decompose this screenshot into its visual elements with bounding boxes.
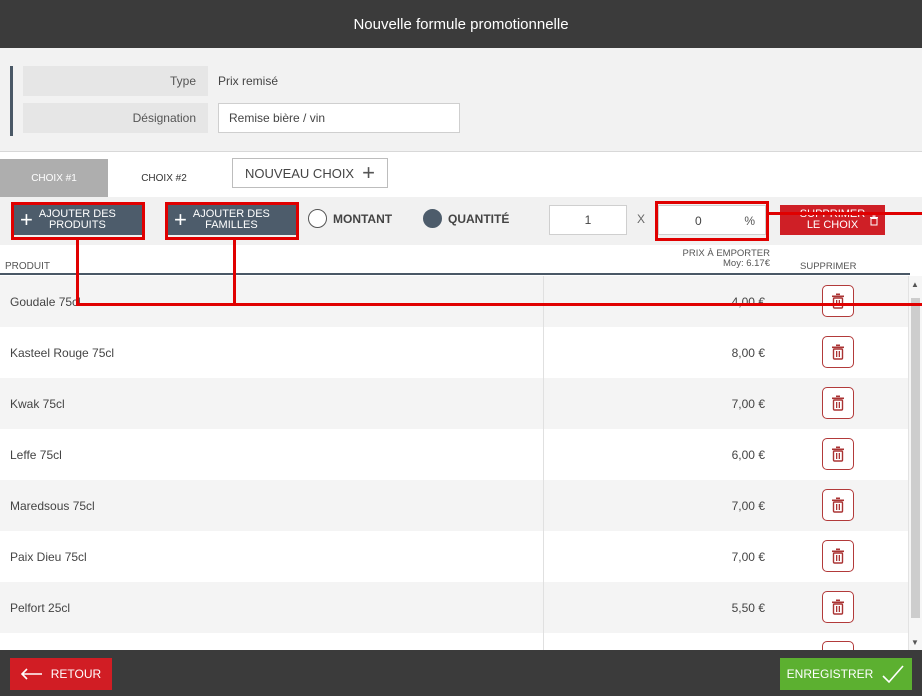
designation-input[interactable]: Remise bière / vin (218, 103, 460, 133)
radio-quantity-label: QUANTITÉ (448, 211, 510, 226)
trash-icon (832, 446, 844, 462)
delete-row-button[interactable] (822, 285, 854, 317)
column-divider (543, 633, 544, 650)
save-label: ENREGISTRER (786, 667, 874, 681)
delete-choice-label-line2: LE CHOIX (806, 219, 859, 231)
product-name: Maredsous 75cl (10, 498, 95, 513)
trash-icon (832, 599, 844, 615)
product-name: Leffe 75cl (10, 447, 62, 462)
radio-quantity[interactable]: QUANTITÉ (423, 209, 509, 228)
product-price: 6,00 € (731, 447, 765, 462)
trash-icon (869, 215, 879, 229)
delete-row-button[interactable] (822, 438, 854, 470)
product-price: 7,00 € (731, 396, 765, 411)
product-price: 7,00 € (731, 498, 765, 513)
table-header: PRODUIT PRIX À EMPORTER Moy: 6.17€ SUPPR… (0, 245, 910, 275)
form-panel: Type Prix remisé Désignation Remise bièr… (0, 48, 922, 151)
footer-bar: RETOUR ENREGISTRER (0, 650, 922, 696)
annotation-line (233, 240, 236, 306)
table-row: Kasteel Rouge 75cl 8,00 € (0, 327, 908, 378)
trash-icon (832, 548, 844, 564)
product-price: 8,00 € (731, 345, 765, 360)
quantity-input[interactable]: 1 (549, 205, 627, 235)
type-row: Type Prix remisé (23, 66, 278, 96)
table-row: Maredsous 75cl 7,00 € (0, 480, 908, 531)
product-name: Goudale 75cl (10, 294, 81, 309)
window-title-bar: Nouvelle formule promotionnelle (0, 0, 922, 48)
table-row-partial (0, 633, 908, 650)
choice-tabs: CHOIX #1 CHOIX #2 NOUVEAU CHOIX + (0, 151, 922, 198)
annotation-frame-add-families (165, 202, 299, 240)
type-value: Prix remisé (218, 74, 279, 88)
annotation-line (76, 303, 922, 306)
product-name: Pelfort 25cl (10, 600, 71, 615)
scroll-down-icon[interactable]: ▼ (911, 638, 919, 647)
back-arrow-icon (20, 668, 42, 680)
save-button[interactable]: ENREGISTRER (780, 658, 912, 690)
table-row: Leffe 75cl 6,00 € (0, 429, 908, 480)
checkmark-icon (882, 665, 904, 684)
designation-label: Désignation (23, 103, 208, 133)
scrollbar-thumb[interactable] (911, 298, 920, 618)
back-label: RETOUR (50, 667, 102, 681)
back-button[interactable]: RETOUR (10, 658, 112, 690)
trash-icon (832, 293, 844, 309)
column-divider (543, 480, 544, 531)
scrollbar[interactable]: ▲ ▼ (908, 276, 922, 650)
scroll-up-icon[interactable]: ▲ (911, 280, 919, 289)
new-choice-button[interactable]: NOUVEAU CHOIX + (232, 158, 388, 188)
product-price: 5,50 € (731, 600, 765, 615)
new-choice-label: NOUVEAU CHOIX (245, 165, 355, 181)
radio-checked-icon (423, 209, 442, 228)
delete-row-button[interactable] (822, 387, 854, 419)
tab-choice-2[interactable]: CHOIX #2 (108, 159, 220, 198)
form-box: Type Prix remisé Désignation Remise bièr… (10, 66, 910, 136)
column-header-price: PRIX À EMPORTER Moy: 6.17€ (683, 249, 770, 269)
radio-unchecked-icon (308, 209, 327, 228)
multiply-label: X (637, 212, 646, 226)
product-price: 7,00 € (731, 549, 765, 564)
type-label: Type (23, 66, 208, 96)
product-name: Kwak 75cl (10, 396, 65, 411)
column-divider (543, 378, 544, 429)
product-list: Goudale 75cl 4,00 € Kasteel Rouge 75cl 8… (0, 276, 908, 650)
column-header-delete: SUPPRIMER (800, 261, 857, 272)
column-header-product: PRODUIT (5, 261, 50, 272)
delete-row-button[interactable] (822, 540, 854, 572)
trash-icon (832, 395, 844, 411)
delete-row-button[interactable] (822, 489, 854, 521)
delete-row-button[interactable] (822, 641, 854, 650)
product-name: Kasteel Rouge 75cl (10, 345, 115, 360)
table-row: Pelfort 25cl 5,50 € (0, 582, 908, 633)
annotation-line (76, 240, 79, 306)
trash-icon (832, 344, 844, 360)
annotation-frame-add-products (11, 202, 145, 240)
trash-icon (832, 497, 844, 513)
column-divider (543, 429, 544, 480)
delete-row-button[interactable] (822, 336, 854, 368)
tab-choice-1[interactable]: CHOIX #1 (0, 159, 108, 198)
column-divider (543, 582, 544, 633)
radio-amount-label: MONTANT (333, 211, 393, 226)
table-row: Kwak 75cl 7,00 € (0, 378, 908, 429)
product-name: Paix Dieu 75cl (10, 549, 87, 564)
column-divider (543, 531, 544, 582)
delete-choice-button[interactable]: SUPPRIMER LE CHOIX (780, 205, 885, 235)
designation-row: Désignation Remise bière / vin (23, 103, 460, 133)
radio-amount[interactable]: MONTANT (308, 209, 392, 228)
column-divider (543, 327, 544, 378)
column-header-price-average: Moy: 6.17€ (723, 258, 770, 269)
delete-row-button[interactable] (822, 591, 854, 623)
column-divider (543, 276, 544, 327)
table-row: Paix Dieu 75cl 7,00 € (0, 531, 908, 582)
plus-icon: + (362, 160, 375, 185)
annotation-frame-percent (655, 201, 769, 241)
product-price: 4,00 € (731, 294, 765, 309)
window-title: Nouvelle formule promotionnelle (353, 15, 569, 33)
table-row: Goudale 75cl 4,00 € (0, 276, 908, 327)
annotation-line (769, 212, 922, 215)
